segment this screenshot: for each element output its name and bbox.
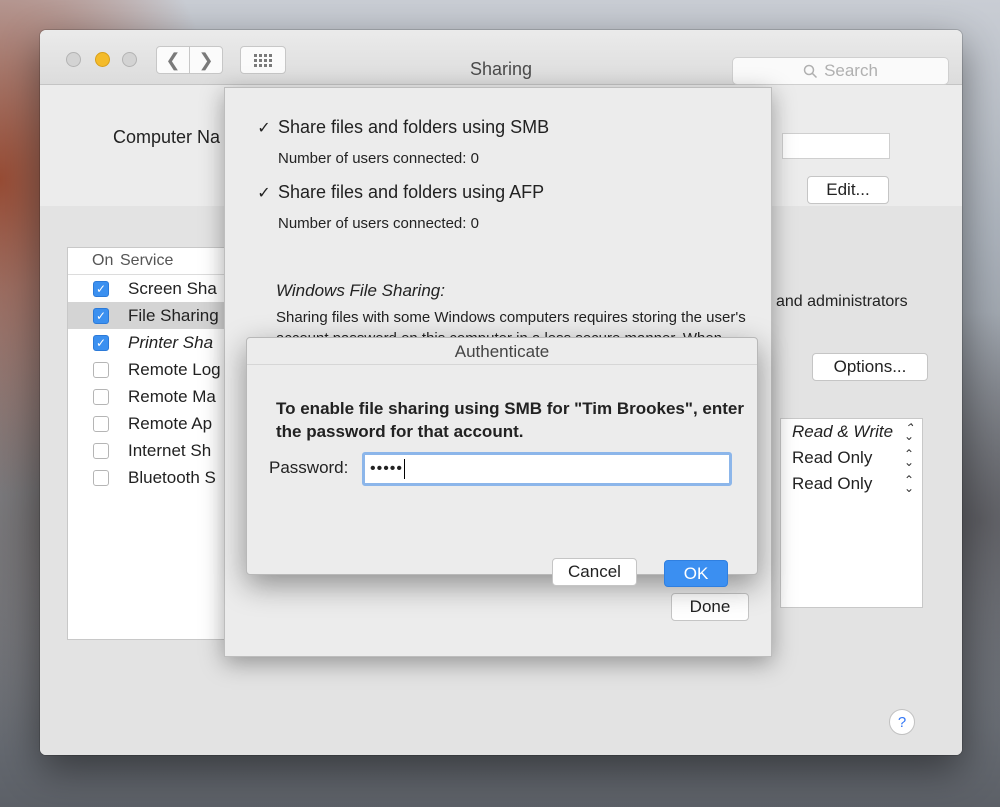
service-label: Screen Sha [128,278,217,298]
afp-option[interactable]: ✓ Share files and folders using AFP [256,182,544,203]
col-on-header: On [92,252,114,269]
cancel-button[interactable]: Cancel [552,558,637,586]
afp-label: Share files and folders using AFP [278,182,545,202]
password-field[interactable]: ••••• [362,452,732,486]
checkbox-unchecked-icon[interactable] [93,415,109,432]
permission-popup[interactable]: Read & Write ⌃ ⌄ [781,419,922,445]
authenticate-dialog: Authenticate To enable file sharing usin… [246,337,758,587]
col-service-header: Service [120,252,174,269]
password-value: ••••• [370,460,404,477]
service-label: Bluetooth S [128,467,216,487]
help-button[interactable]: ? [889,709,915,735]
dialog-title: Authenticate [247,338,757,365]
checkmark-icon[interactable]: ✓ [256,120,272,137]
checkbox-unchecked-icon[interactable] [93,388,109,405]
service-label: Remote Ma [128,386,216,406]
options-button[interactable]: Options... [812,353,928,381]
permission-popup[interactable]: Read Only ⌃ ⌄ [781,445,922,471]
checkbox-unchecked-icon[interactable] [93,442,109,459]
service-label: File Sharing [128,305,219,325]
access-description: and administrators [776,293,908,310]
search-icon [803,64,818,78]
dialog-message: To enable file sharing using SMB for "Ti… [276,399,744,441]
ok-button[interactable]: OK [664,560,728,587]
computer-name-label: Computer Na [113,127,221,147]
service-label: Remote Ap [128,413,213,433]
permission-value: Read Only [792,474,873,493]
done-button[interactable]: Done [671,593,749,621]
sharing-window: ❮ ❯ Sharing Search Computer Na Edit... O… [40,30,962,755]
updown-arrows-icon: ⌃ ⌄ [903,473,914,495]
search-field[interactable]: Search [732,57,949,85]
updown-arrows-icon: ⌃ ⌄ [903,421,914,443]
updown-arrows-icon: ⌃ ⌄ [903,447,914,469]
permissions-list: Read & Write ⌃ ⌄ Read Only ⌃ ⌄ Read Only ⌃… [780,418,923,608]
service-label: Remote Log [128,359,221,379]
checkbox-checked-icon[interactable]: ✓ [93,334,109,351]
afp-users-count: Number of users connected: 0 [278,215,479,232]
checkmark-icon[interactable]: ✓ [256,185,272,202]
password-label: Password: [269,458,349,477]
service-label: Internet Sh [128,440,212,460]
checkbox-checked-icon[interactable]: ✓ [93,280,109,297]
text-caret [404,459,406,479]
smb-label: Share files and folders using SMB [278,117,550,137]
permission-value: Read Only [792,448,873,467]
windows-file-sharing-title: Windows File Sharing: [276,281,445,300]
permission-value: Read & Write [792,422,894,441]
smb-users-count: Number of users connected: 0 [278,150,479,167]
service-label: Printer Sha [128,332,214,352]
checkbox-unchecked-icon[interactable] [93,361,109,378]
search-placeholder: Search [824,61,878,80]
checkbox-checked-icon[interactable]: ✓ [93,307,109,324]
computer-name-field[interactable] [782,133,890,159]
edit-button[interactable]: Edit... [807,176,889,204]
smb-option[interactable]: ✓ Share files and folders using SMB [256,117,549,138]
permission-popup[interactable]: Read Only ⌃ ⌄ [781,471,922,497]
checkbox-unchecked-icon[interactable] [93,469,109,486]
